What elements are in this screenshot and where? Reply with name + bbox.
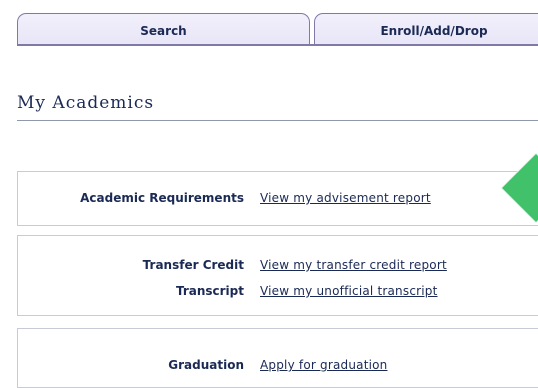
graduation-label: Graduation [168, 358, 244, 372]
tab-search[interactable]: Search [17, 13, 310, 45]
transcript-label: Transcript [175, 284, 244, 298]
tab-enroll-label: Enroll/Add/Drop [380, 24, 488, 38]
academic-requirements-panel: Academic Requirements View my advisement… [17, 171, 538, 226]
advisement-report-link[interactable]: View my advisement report [260, 191, 431, 205]
tab-search-label: Search [140, 24, 187, 38]
academic-requirements-label: Academic Requirements [80, 191, 244, 205]
tab-bar: Search Enroll/Add/Drop [17, 13, 538, 47]
transfer-credit-label: Transfer Credit [142, 258, 244, 272]
credit-transcript-panel: Transfer Credit View my transfer credit … [17, 235, 538, 316]
unofficial-transcript-link[interactable]: View my unofficial transcript [260, 284, 438, 298]
transfer-credit-report-link[interactable]: View my transfer credit report [260, 258, 447, 272]
tab-enroll-add-drop[interactable]: Enroll/Add/Drop [314, 13, 538, 45]
graduation-panel: Graduation Apply for graduation [17, 328, 538, 388]
page-title: My Academics [17, 93, 155, 113]
title-divider [17, 120, 538, 121]
tab-baseline [17, 44, 538, 46]
apply-graduation-link[interactable]: Apply for graduation [260, 358, 387, 372]
